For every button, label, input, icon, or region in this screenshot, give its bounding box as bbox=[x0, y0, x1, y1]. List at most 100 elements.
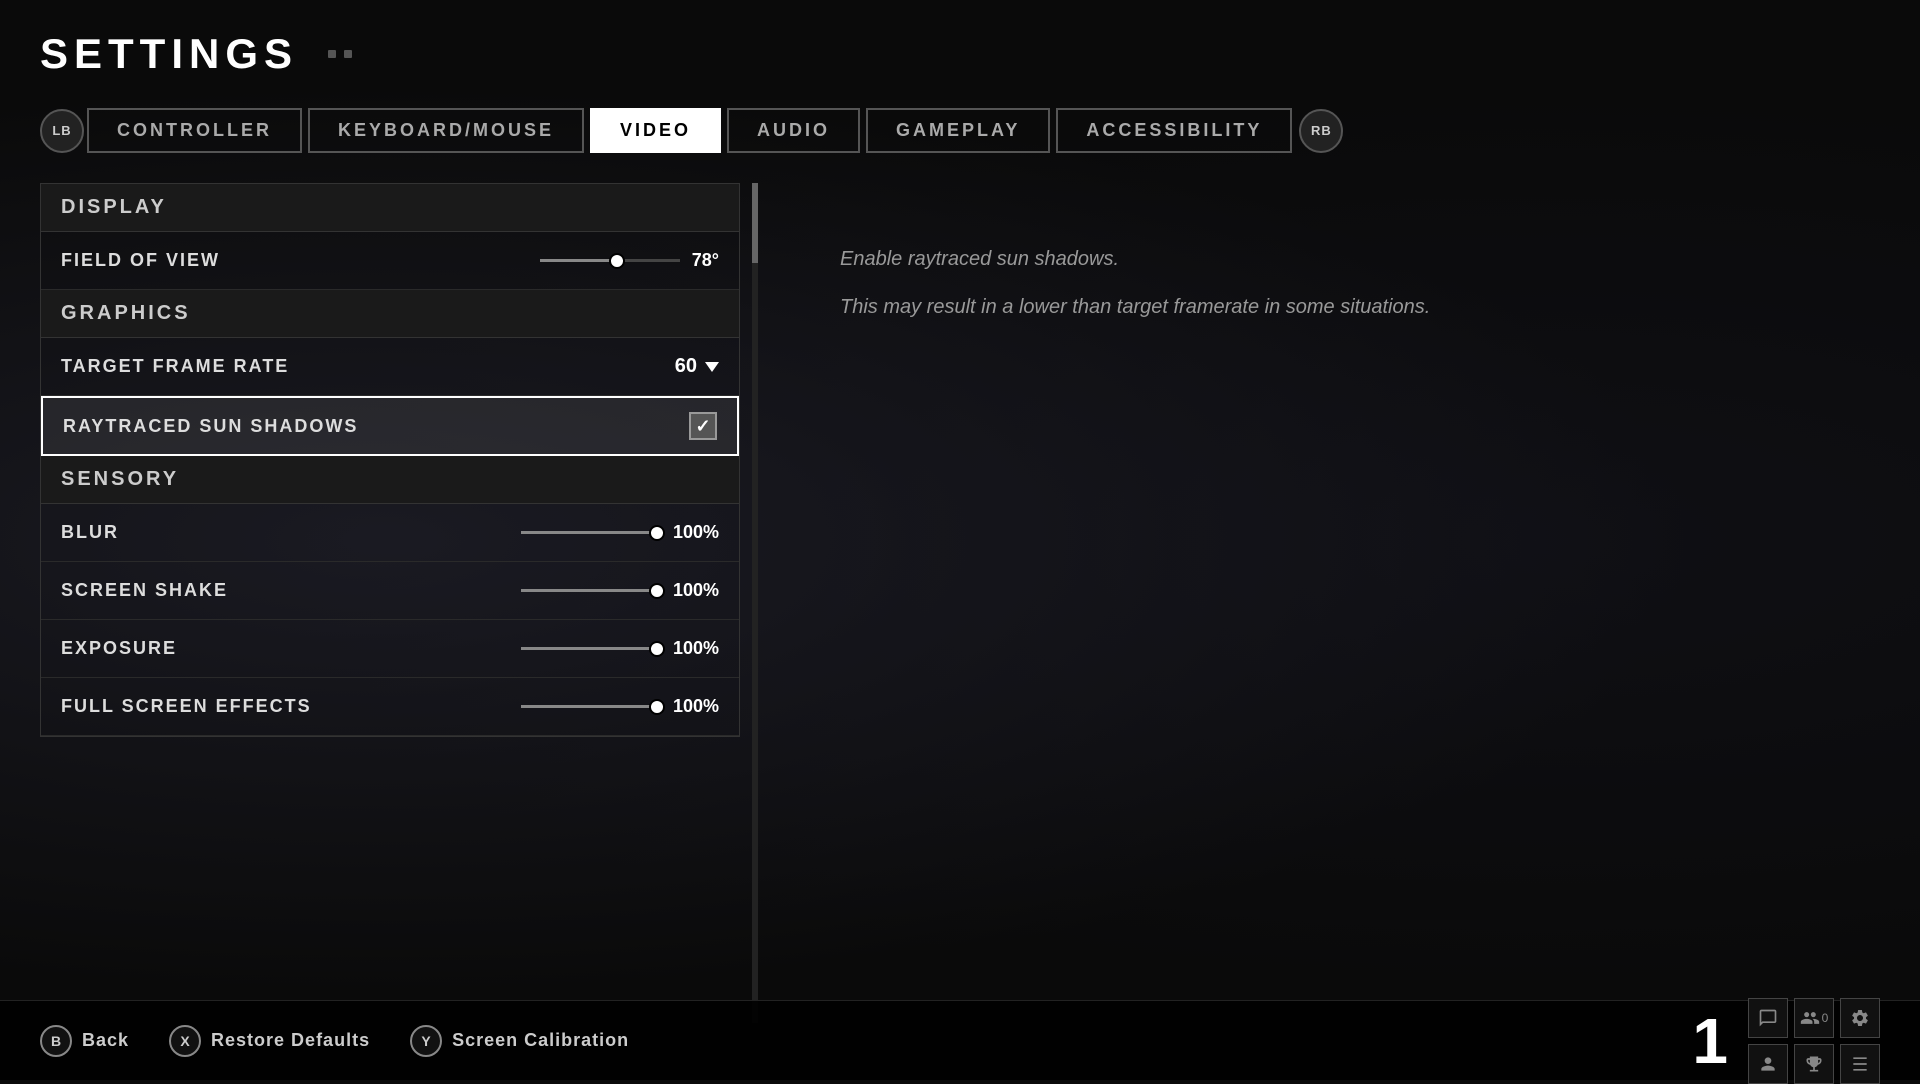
bottom-actions: B Back X Restore Defaults Y Screen Calib… bbox=[40, 1025, 629, 1057]
calibrate-label: Screen Calibration bbox=[452, 1030, 629, 1051]
exposure-label: EXPOSURE bbox=[61, 638, 177, 659]
friend-count: 0 bbox=[1822, 1011, 1829, 1025]
ss-label: SCREEN SHAKE bbox=[61, 580, 228, 601]
section-sensory: SENSORY bbox=[41, 456, 739, 504]
bottom-bar: B Back X Restore Defaults Y Screen Calib… bbox=[0, 1000, 1920, 1080]
blur-slider-thumb[interactable] bbox=[649, 525, 665, 541]
description-panel: Enable raytraced sun shadows. This may r… bbox=[800, 183, 1880, 1023]
bottom-right-hud: 1 0 bbox=[1692, 998, 1880, 1084]
friends-icon-button[interactable]: 0 bbox=[1794, 998, 1834, 1038]
ss-slider-fill bbox=[521, 589, 657, 592]
fov-label: FIELD OF VIEW bbox=[61, 250, 220, 271]
hud-icon-row-top: 0 bbox=[1748, 998, 1880, 1038]
section-display: DISPLAY bbox=[41, 184, 739, 232]
back-label: Back bbox=[82, 1030, 129, 1051]
blur-slider-track[interactable] bbox=[521, 531, 661, 534]
gear-icon-button[interactable] bbox=[1840, 998, 1880, 1038]
scrollbar-thumb[interactable] bbox=[752, 183, 758, 263]
scrollbar[interactable] bbox=[752, 183, 758, 1023]
blur-control[interactable]: 100% bbox=[521, 522, 719, 543]
blur-slider-fill bbox=[521, 531, 657, 534]
tab-controller[interactable]: CONTROLLER bbox=[87, 108, 302, 153]
back-icon: B bbox=[40, 1025, 72, 1057]
checkbox-checkmark: ✓ bbox=[695, 417, 710, 435]
achievement-icon-button[interactable] bbox=[1794, 1044, 1834, 1084]
exposure-control[interactable]: 100% bbox=[521, 638, 719, 659]
blur-value: 100% bbox=[673, 522, 719, 543]
tab-audio[interactable]: AUDIO bbox=[727, 108, 860, 153]
back-button[interactable]: B Back bbox=[40, 1025, 129, 1057]
chat-icon-button[interactable] bbox=[1748, 998, 1788, 1038]
restore-defaults-button[interactable]: X Restore Defaults bbox=[169, 1025, 370, 1057]
chat-icon bbox=[1758, 1008, 1778, 1028]
hud-icons: 0 bbox=[1748, 998, 1880, 1084]
rss-control[interactable]: ✓ bbox=[689, 412, 717, 440]
fse-slider-thumb[interactable] bbox=[649, 699, 665, 715]
rss-checkbox[interactable]: ✓ bbox=[689, 412, 717, 440]
blur-label: BLUR bbox=[61, 522, 119, 543]
fse-control[interactable]: 100% bbox=[521, 696, 719, 717]
description-line2: This may result in a lower than target f… bbox=[840, 291, 1440, 323]
tab-video[interactable]: VIDEO bbox=[590, 108, 721, 153]
description-text: Enable raytraced sun shadows. This may r… bbox=[840, 243, 1440, 323]
tfr-dropdown[interactable]: 60 bbox=[675, 355, 719, 378]
ss-value: 100% bbox=[673, 580, 719, 601]
setting-full-screen-effects[interactable]: FULL SCREEN EFFECTS 100% bbox=[41, 678, 739, 736]
tab-gameplay[interactable]: GAMEPLAY bbox=[866, 108, 1050, 153]
exposure-slider-track[interactable] bbox=[521, 647, 661, 650]
restore-icon: X bbox=[169, 1025, 201, 1057]
store-icon-button[interactable] bbox=[1840, 1044, 1880, 1084]
setting-target-frame-rate[interactable]: TARGET FRAME RATE 60 bbox=[41, 338, 739, 396]
setting-screen-shake[interactable]: SCREEN SHAKE 100% bbox=[41, 562, 739, 620]
fse-slider-track[interactable] bbox=[521, 705, 661, 708]
dot-2 bbox=[344, 50, 352, 58]
store-icon bbox=[1850, 1054, 1870, 1074]
exposure-value: 100% bbox=[673, 638, 719, 659]
header-decoration bbox=[328, 50, 352, 58]
setting-exposure[interactable]: EXPOSURE 100% bbox=[41, 620, 739, 678]
header: SETTINGS bbox=[40, 20, 1880, 78]
setting-blur[interactable]: BLUR 100% bbox=[41, 504, 739, 562]
fov-slider-fill bbox=[540, 259, 617, 262]
ss-slider-track[interactable] bbox=[521, 589, 661, 592]
fse-label: FULL SCREEN EFFECTS bbox=[61, 696, 312, 717]
section-graphics: GRAPHICS bbox=[41, 290, 739, 338]
exposure-slider-fill bbox=[521, 647, 657, 650]
fov-control[interactable]: 78° bbox=[540, 250, 719, 271]
fov-value: 78° bbox=[692, 250, 719, 271]
profile-icon bbox=[1758, 1054, 1778, 1074]
tfr-label: TARGET FRAME RATE bbox=[61, 356, 289, 377]
friends-icon bbox=[1800, 1008, 1820, 1028]
profile-icon-button[interactable] bbox=[1748, 1044, 1788, 1084]
left-bumper[interactable]: LB bbox=[40, 109, 84, 153]
fov-slider-thumb[interactable] bbox=[609, 253, 625, 269]
fse-slider-fill bbox=[521, 705, 657, 708]
rss-label: RAYTRACED SUN SHADOWS bbox=[63, 416, 358, 437]
main-container: SETTINGS LB CONTROLLER KEYBOARD/MOUSE VI… bbox=[0, 0, 1920, 1080]
dot-1 bbox=[328, 50, 336, 58]
setting-raytraced-sun-shadows[interactable]: RAYTRACED SUN SHADOWS ✓ bbox=[41, 396, 739, 456]
description-line1: Enable raytraced sun shadows. bbox=[840, 243, 1440, 275]
content-area: DISPLAY FIELD OF VIEW 78° GRAPHICS bbox=[40, 183, 1880, 1023]
screen-calibration-button[interactable]: Y Screen Calibration bbox=[410, 1025, 629, 1057]
achievement-icon bbox=[1804, 1054, 1824, 1074]
exposure-slider-thumb[interactable] bbox=[649, 641, 665, 657]
settings-panel: DISPLAY FIELD OF VIEW 78° GRAPHICS bbox=[40, 183, 740, 1023]
fov-slider-track[interactable] bbox=[540, 259, 680, 262]
restore-label: Restore Defaults bbox=[211, 1030, 370, 1051]
nav-tabs: LB CONTROLLER KEYBOARD/MOUSE VIDEO AUDIO… bbox=[40, 108, 1880, 153]
hud-number: 1 bbox=[1692, 1009, 1728, 1073]
tfr-value: 60 bbox=[675, 355, 697, 378]
ss-control[interactable]: 100% bbox=[521, 580, 719, 601]
tab-accessibility[interactable]: ACCESSIBILITY bbox=[1056, 108, 1292, 153]
fse-value: 100% bbox=[673, 696, 719, 717]
right-bumper[interactable]: RB bbox=[1299, 109, 1343, 153]
ss-slider-thumb[interactable] bbox=[649, 583, 665, 599]
tab-keyboard[interactable]: KEYBOARD/MOUSE bbox=[308, 108, 584, 153]
hud-icon-row-bottom bbox=[1748, 1044, 1880, 1084]
settings-list: DISPLAY FIELD OF VIEW 78° GRAPHICS bbox=[40, 183, 740, 737]
gear-icon bbox=[1850, 1008, 1870, 1028]
setting-field-of-view[interactable]: FIELD OF VIEW 78° bbox=[41, 232, 739, 290]
dropdown-arrow-icon bbox=[705, 362, 719, 372]
page-title: SETTINGS bbox=[40, 30, 298, 78]
